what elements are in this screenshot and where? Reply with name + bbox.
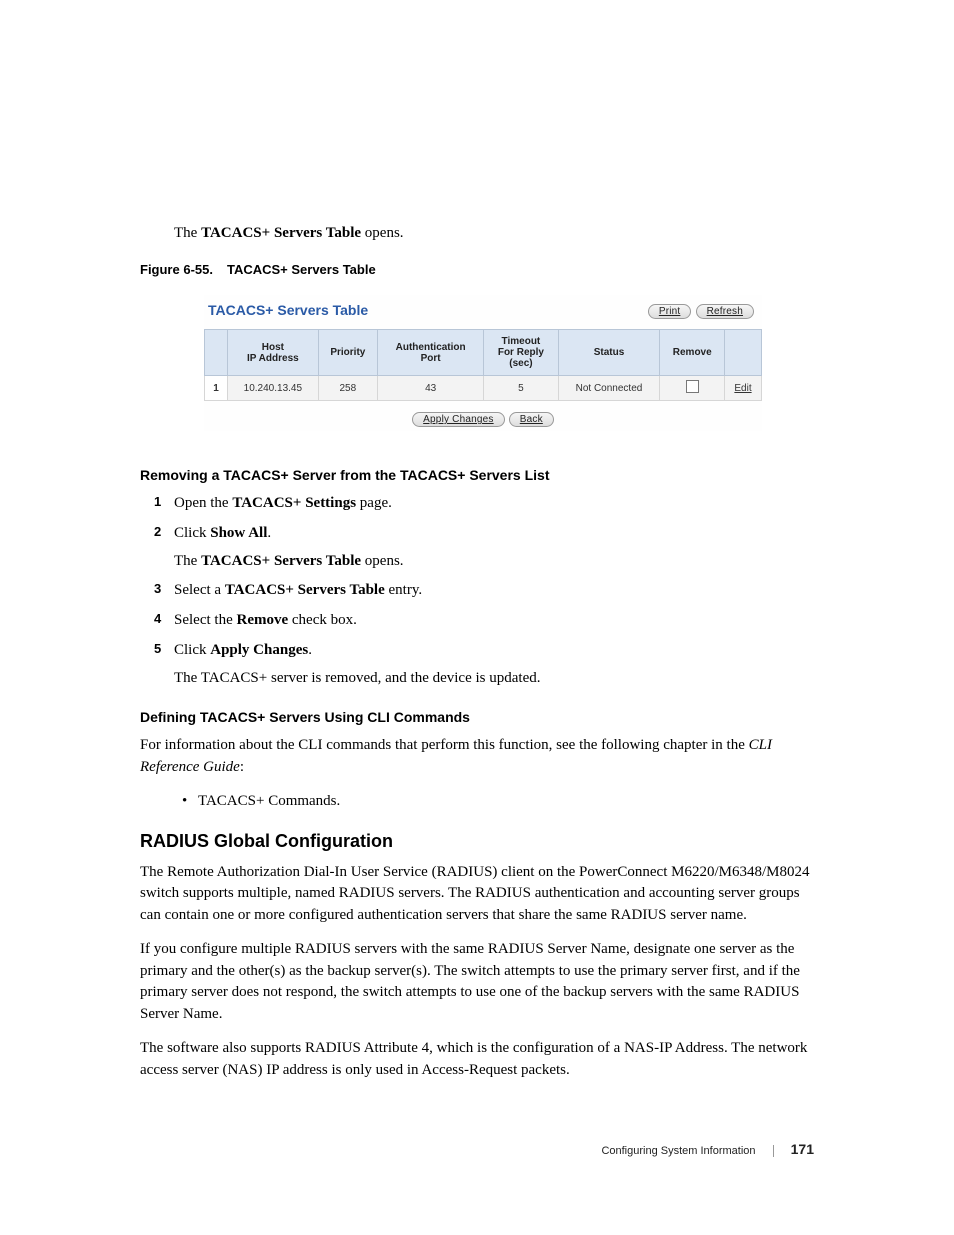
servers-table: Host IP Address Priority Authentication … <box>204 329 762 401</box>
col-authport: Authentication Port <box>377 330 483 376</box>
col-host: Host IP Address <box>228 330 319 376</box>
edit-link[interactable]: Edit <box>734 383 751 394</box>
col-status: Status <box>558 330 660 376</box>
back-button[interactable]: Back <box>509 412 554 427</box>
list-item: Click Apply Changes.The TACACS+ server i… <box>140 640 814 690</box>
table-row: 1 10.240.13.45 258 43 5 Not Connected Ed… <box>205 376 762 401</box>
list-item: Select a TACACS+ Servers Table entry. <box>140 580 814 602</box>
page-footer: Configuring System Information 171 <box>140 1141 814 1157</box>
col-idx <box>205 330 228 376</box>
list-item: Open the TACACS+ Settings page. <box>140 493 814 515</box>
radius-p1: The Remote Authorization Dial-In User Se… <box>140 862 814 927</box>
screenshot-title: TACACS+ Servers Table <box>208 302 368 318</box>
list-item: Click Show All.The TACACS+ Servers Table… <box>140 523 814 573</box>
apply-changes-button[interactable]: Apply Changes <box>412 412 504 427</box>
cli-bullets: TACACS+ Commands. <box>140 791 814 813</box>
radius-p2: If you configure multiple RADIUS servers… <box>140 939 814 1026</box>
col-priority: Priority <box>318 330 377 376</box>
screenshot-figure: TACACS+ Servers Table Print Refresh Host… <box>204 295 762 431</box>
col-timeout: Timeout For Reply (sec) <box>484 330 558 376</box>
intro-text: The TACACS+ Servers Table opens. <box>140 225 814 242</box>
radius-heading: RADIUS Global Configuration <box>140 831 814 852</box>
removing-steps: Open the TACACS+ Settings page. Click Sho… <box>140 493 814 689</box>
radius-p3: The software also supports RADIUS Attrib… <box>140 1038 814 1082</box>
print-button[interactable]: Print <box>648 304 692 319</box>
col-remove: Remove <box>660 330 725 376</box>
col-edit <box>725 330 762 376</box>
figure-caption: Figure 6-55.TACACS+ Servers Table <box>140 262 814 277</box>
remove-checkbox[interactable] <box>686 380 699 393</box>
list-item: Select the Remove check box. <box>140 610 814 632</box>
cli-intro: For information about the CLI commands t… <box>140 735 814 779</box>
cli-heading: Defining TACACS+ Servers Using CLI Comma… <box>140 709 814 725</box>
cli-bullet-item: TACACS+ Commands. <box>140 791 814 813</box>
removing-heading: Removing a TACACS+ Server from the TACAC… <box>140 467 814 483</box>
refresh-button[interactable]: Refresh <box>696 304 754 319</box>
